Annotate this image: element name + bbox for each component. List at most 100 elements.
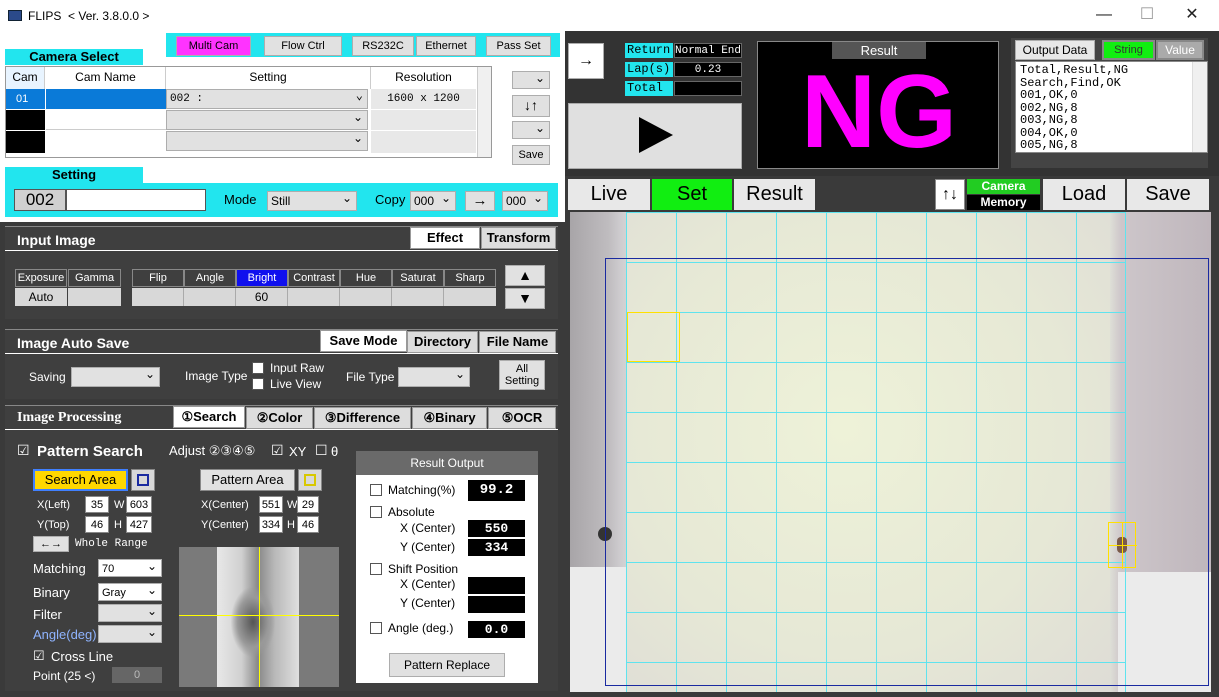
val-exposure[interactable]: Auto [15, 288, 67, 306]
point-value[interactable]: 0 [112, 667, 162, 683]
col-angle[interactable]: Angle [184, 269, 236, 287]
camera-toggle[interactable]: Camera [967, 179, 1040, 194]
val-sharp[interactable] [444, 288, 496, 306]
rs232c-button[interactable]: RS232C [352, 36, 414, 56]
result-view-button[interactable]: Result [734, 179, 815, 210]
row2-cam[interactable] [6, 110, 45, 130]
col-sharp[interactable]: Sharp [444, 269, 496, 287]
live-view-checkbox[interactable] [252, 378, 264, 390]
cam-combo-1[interactable] [512, 69, 550, 89]
yc-value[interactable]: 334 [259, 516, 283, 533]
x-left-value[interactable]: 35 [85, 496, 109, 513]
angle-select[interactable] [98, 623, 162, 643]
camera-save-button[interactable]: Save [512, 145, 550, 165]
row2-name[interactable] [46, 110, 166, 130]
saving-select[interactable] [71, 365, 160, 387]
row1-cam[interactable]: 01 [6, 89, 45, 109]
angle-out-checkbox[interactable] [370, 622, 382, 634]
row1-setting[interactable]: 002 : [166, 87, 368, 109]
pattern-area-color[interactable] [298, 469, 322, 491]
row3-cam[interactable] [6, 131, 45, 153]
ph-value[interactable]: 46 [297, 516, 319, 533]
row1-name[interactable] [46, 89, 166, 109]
matching-select[interactable]: 70 [98, 557, 162, 577]
file-type-select[interactable] [398, 365, 470, 387]
val-contrast[interactable] [288, 288, 340, 306]
val-bright[interactable]: 60 [236, 288, 288, 306]
flowctrl-button[interactable]: Flow Ctrl [264, 36, 342, 56]
set-button[interactable]: Set [652, 179, 732, 210]
tab-save-mode[interactable]: Save Mode [320, 330, 407, 352]
binary-select[interactable]: Gray [98, 581, 162, 601]
row3-setting[interactable] [166, 129, 368, 151]
absolute-checkbox[interactable] [370, 506, 382, 518]
close-button[interactable]: ✕ [1172, 4, 1212, 26]
swap-view-button[interactable]: ↑↓ [935, 179, 965, 210]
value-toggle[interactable]: Value [1156, 40, 1204, 60]
output-scrollbar[interactable] [1192, 62, 1207, 152]
swap-button[interactable]: ↓↑ [512, 95, 550, 117]
tab-search[interactable]: ①Search [173, 406, 245, 428]
string-toggle[interactable]: String [1102, 40, 1155, 60]
col-saturat[interactable]: Saturat [392, 269, 444, 287]
live-button[interactable]: Live [568, 179, 650, 210]
copy-arrow-button[interactable]: → [465, 191, 495, 211]
table-scrollbar[interactable] [477, 67, 491, 157]
row2-setting[interactable] [166, 108, 368, 130]
ethernet-button[interactable]: Ethernet [416, 36, 476, 56]
tab-file-name[interactable]: File Name [479, 331, 556, 353]
xc-value[interactable]: 551 [259, 496, 283, 513]
matching-checkbox[interactable] [370, 484, 382, 496]
tab-binary[interactable]: ④Binary [412, 407, 487, 429]
copy-to-select[interactable]: 000 [502, 189, 548, 211]
save-view-button[interactable]: Save [1127, 179, 1209, 210]
mode-select[interactable]: Still [267, 189, 357, 211]
multicam-button[interactable]: Multi Cam [176, 36, 251, 56]
col-flip[interactable]: Flip [132, 269, 184, 287]
pattern-area-button[interactable]: Pattern Area [200, 469, 295, 491]
run-arrow-button[interactable]: → [568, 43, 604, 79]
play-button[interactable] [568, 103, 742, 169]
val-angle[interactable] [184, 288, 236, 306]
tab-difference[interactable]: ③Difference [314, 407, 411, 429]
tab-directory[interactable]: Directory [407, 331, 478, 353]
tab-effect[interactable]: Effect [410, 227, 480, 249]
tab-transform[interactable]: Transform [481, 227, 556, 249]
pattern-search-checkbox[interactable]: ☑ [17, 442, 30, 459]
camera-view[interactable] [570, 212, 1211, 692]
down-button[interactable]: ▼ [505, 288, 545, 309]
setting-number[interactable]: 002 [14, 189, 66, 211]
col-gamma[interactable]: Gamma [68, 269, 121, 287]
val-hue[interactable] [340, 288, 392, 306]
col-bright[interactable]: Bright [236, 269, 288, 287]
output-data-list[interactable]: Total,Result,NG Search,Find,OK 001,OK,0 … [1015, 61, 1208, 153]
setting-name-input[interactable] [66, 189, 206, 211]
theta-checkbox[interactable]: ☐ [315, 442, 328, 459]
search-area-button[interactable]: Search Area [33, 469, 128, 491]
passset-button[interactable]: Pass Set [486, 36, 551, 56]
tab-ocr[interactable]: ⑤OCR [488, 407, 556, 429]
filter-select[interactable] [98, 602, 162, 622]
all-setting-button[interactable]: All Setting [499, 360, 545, 390]
output-data-button[interactable]: Output Data [1015, 40, 1095, 60]
up-button[interactable]: ▲ [505, 265, 545, 286]
y-top-value[interactable]: 46 [85, 516, 109, 533]
w-value[interactable]: 603 [126, 496, 152, 513]
search-area-color[interactable] [131, 469, 155, 491]
row3-name[interactable] [46, 131, 166, 153]
pw-value[interactable]: 29 [297, 496, 319, 513]
cross-line-checkbox[interactable]: ☑ [33, 648, 45, 664]
minimize-button[interactable]: — [1084, 4, 1124, 26]
h-value[interactable]: 427 [126, 516, 152, 533]
load-button[interactable]: Load [1043, 179, 1125, 210]
tab-color[interactable]: ②Color [246, 407, 313, 429]
input-raw-checkbox[interactable] [252, 362, 264, 374]
col-contrast[interactable]: Contrast [288, 269, 340, 287]
col-hue[interactable]: Hue [340, 269, 392, 287]
val-flip[interactable] [132, 288, 184, 306]
memory-toggle[interactable]: Memory [967, 195, 1040, 210]
whole-range-button[interactable]: ←→ [33, 536, 69, 552]
xy-checkbox[interactable]: ☑ [271, 442, 284, 459]
shift-checkbox[interactable] [370, 563, 382, 575]
val-saturat[interactable] [392, 288, 444, 306]
